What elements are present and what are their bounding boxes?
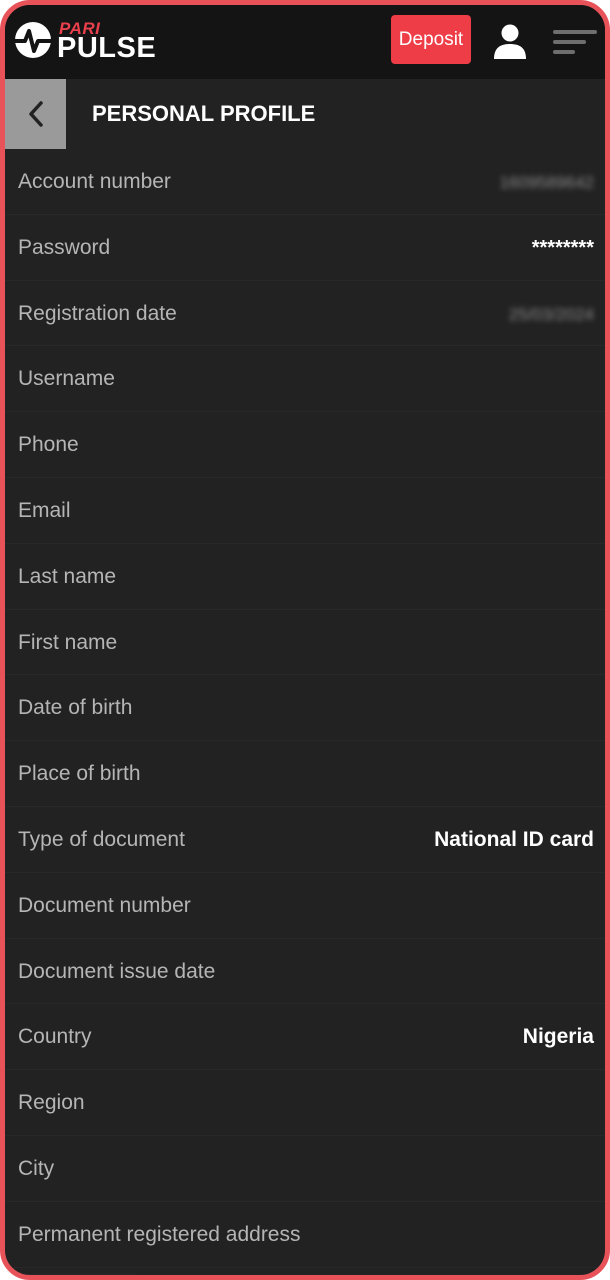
field-value: National ID card [434, 827, 594, 851]
field-email[interactable]: Email [5, 478, 605, 544]
page-title: PERSONAL PROFILE [92, 101, 316, 126]
field-label: Document issue date [18, 959, 216, 983]
field-first-name[interactable]: First name [5, 610, 605, 676]
field-label: Email [18, 498, 71, 522]
title-bar: PERSONAL PROFILE [5, 79, 605, 149]
profile-fields-list: Account number 1609589642 Password *****… [5, 149, 605, 1268]
field-username[interactable]: Username [5, 346, 605, 413]
field-date-of-birth[interactable]: Date of birth [5, 675, 605, 742]
peek-label-placeholder: ▬▬▬▬▬▬ [18, 1267, 138, 1280]
field-label: Phone [18, 433, 79, 457]
field-label: Country [18, 1025, 92, 1049]
field-last-name[interactable]: Last name [5, 544, 605, 610]
field-label: Region [18, 1091, 85, 1115]
field-registration-date[interactable]: Registration date 25/03/2024 [5, 281, 605, 347]
field-city[interactable]: City [5, 1136, 605, 1202]
field-label: Registration date [18, 301, 177, 325]
pulse-logo-icon [15, 22, 51, 58]
back-button[interactable] [5, 79, 66, 149]
field-label: City [18, 1156, 55, 1180]
chevron-left-icon [28, 101, 43, 127]
menu-icon[interactable] [553, 27, 597, 57]
field-region[interactable]: Region [5, 1070, 605, 1136]
deposit-button[interactable]: Deposit [391, 15, 471, 64]
field-permanent-registered-address[interactable]: Permanent registered address [5, 1202, 605, 1268]
field-value: 25/03/2024 [508, 304, 594, 324]
field-label: First name [18, 630, 118, 654]
field-label: Document number [18, 893, 191, 917]
field-label: Type of document [18, 827, 185, 851]
field-label: Password [18, 235, 111, 259]
phone-frame: PARI PULSE Deposit PERSONAL PROFILE Acco… [0, 0, 610, 1280]
field-type-of-document[interactable]: Type of document National ID card [5, 807, 605, 873]
field-account-number[interactable]: Account number 1609589642 [5, 149, 605, 215]
next-row-peek: ▬▬▬▬▬▬ [18, 1267, 598, 1280]
field-country[interactable]: Country Nigeria [5, 1004, 605, 1071]
field-label: Account number [18, 170, 171, 193]
app-header: PARI PULSE Deposit [5, 5, 605, 79]
field-place-of-birth[interactable]: Place of birth [5, 741, 605, 807]
field-password[interactable]: Password ******** [5, 215, 605, 281]
field-document-issue-date[interactable]: Document issue date [5, 939, 605, 1005]
user-icon[interactable] [492, 23, 528, 61]
field-label: Last name [18, 564, 117, 588]
field-value: Nigeria [522, 1025, 594, 1049]
field-label: Permanent registered address [18, 1222, 301, 1246]
field-document-number[interactable]: Document number [5, 873, 605, 939]
field-label: Place of birth [18, 762, 141, 786]
field-value: ******** [531, 236, 594, 259]
field-label: Date of birth [18, 696, 133, 720]
field-phone[interactable]: Phone [5, 412, 605, 478]
field-value: 1609589642 [499, 173, 594, 192]
logo-text-bottom: PULSE [57, 32, 157, 64]
logo[interactable]: PARI PULSE [13, 17, 183, 67]
field-label: Username [18, 367, 115, 391]
